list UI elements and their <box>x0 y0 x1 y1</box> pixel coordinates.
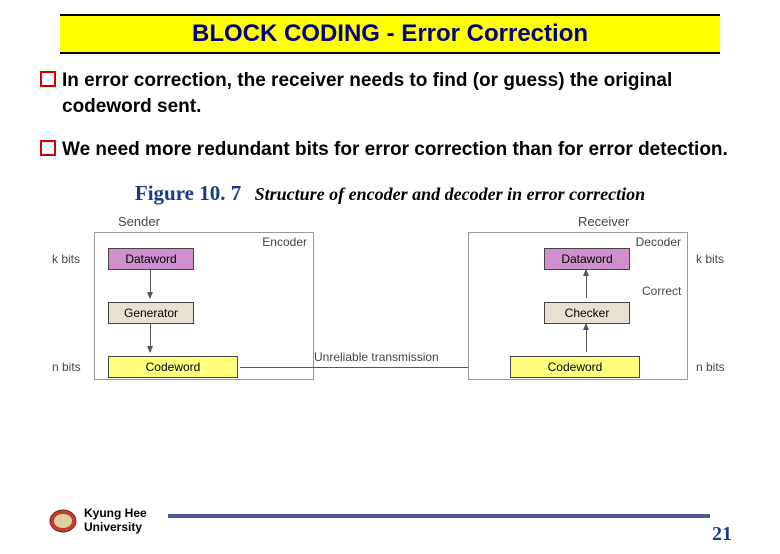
unreliable-label: Unreliable transmission <box>314 350 439 364</box>
bullet-text: We need more redundant bits for error co… <box>62 137 728 163</box>
arrow-icon <box>586 324 587 352</box>
diagram: Sender Encoder k bits Dataword Generator… <box>48 214 732 404</box>
nbits-label-right: n bits <box>696 360 725 374</box>
kbits-label-right: k bits <box>696 252 724 266</box>
generator-box: Generator <box>108 302 194 324</box>
figure-number: Figure 10. 7 <box>135 181 241 205</box>
figure-caption: Figure 10. 7 Structure of encoder and de… <box>60 181 720 206</box>
checker-box: Checker <box>544 302 630 324</box>
arrow-icon <box>586 270 587 298</box>
footer: Kyung Hee University 21 <box>48 504 740 544</box>
encoder-label: Encoder <box>262 235 307 249</box>
uni-line1: Kyung Hee <box>84 506 147 520</box>
receiver-label: Receiver <box>578 214 629 229</box>
arrow-icon <box>150 270 151 298</box>
list-item: We need more redundant bits for error co… <box>40 137 740 163</box>
page-title: BLOCK CODING - Error Correction <box>60 20 720 48</box>
university-name: Kyung Hee University <box>84 506 147 535</box>
footer-divider <box>168 514 710 518</box>
kbits-label-left: k bits <box>52 252 80 266</box>
bullet-list: In error correction, the receiver needs … <box>40 68 740 163</box>
title-bar: BLOCK CODING - Error Correction <box>60 14 720 54</box>
uni-line2: University <box>84 520 142 534</box>
nbits-label-left: n bits <box>52 360 81 374</box>
list-item: In error correction, the receiver needs … <box>40 68 740 119</box>
bullet-icon <box>40 140 56 156</box>
codeword-box-sender: Codeword <box>108 356 238 378</box>
bullet-text: In error correction, the receiver needs … <box>62 68 740 119</box>
bullet-icon <box>40 71 56 87</box>
page-number: 21 <box>712 523 732 546</box>
arrow-icon <box>150 324 151 352</box>
sender-label: Sender <box>118 214 160 229</box>
figure-description: Structure of encoder and decoder in erro… <box>255 184 646 204</box>
correct-label: Correct <box>642 284 681 298</box>
university-logo-icon <box>48 508 78 534</box>
decoder-label: Decoder <box>636 235 681 249</box>
dataword-box-receiver: Dataword <box>544 248 630 270</box>
codeword-box-receiver: Codeword <box>510 356 640 378</box>
dataword-box-sender: Dataword <box>108 248 194 270</box>
